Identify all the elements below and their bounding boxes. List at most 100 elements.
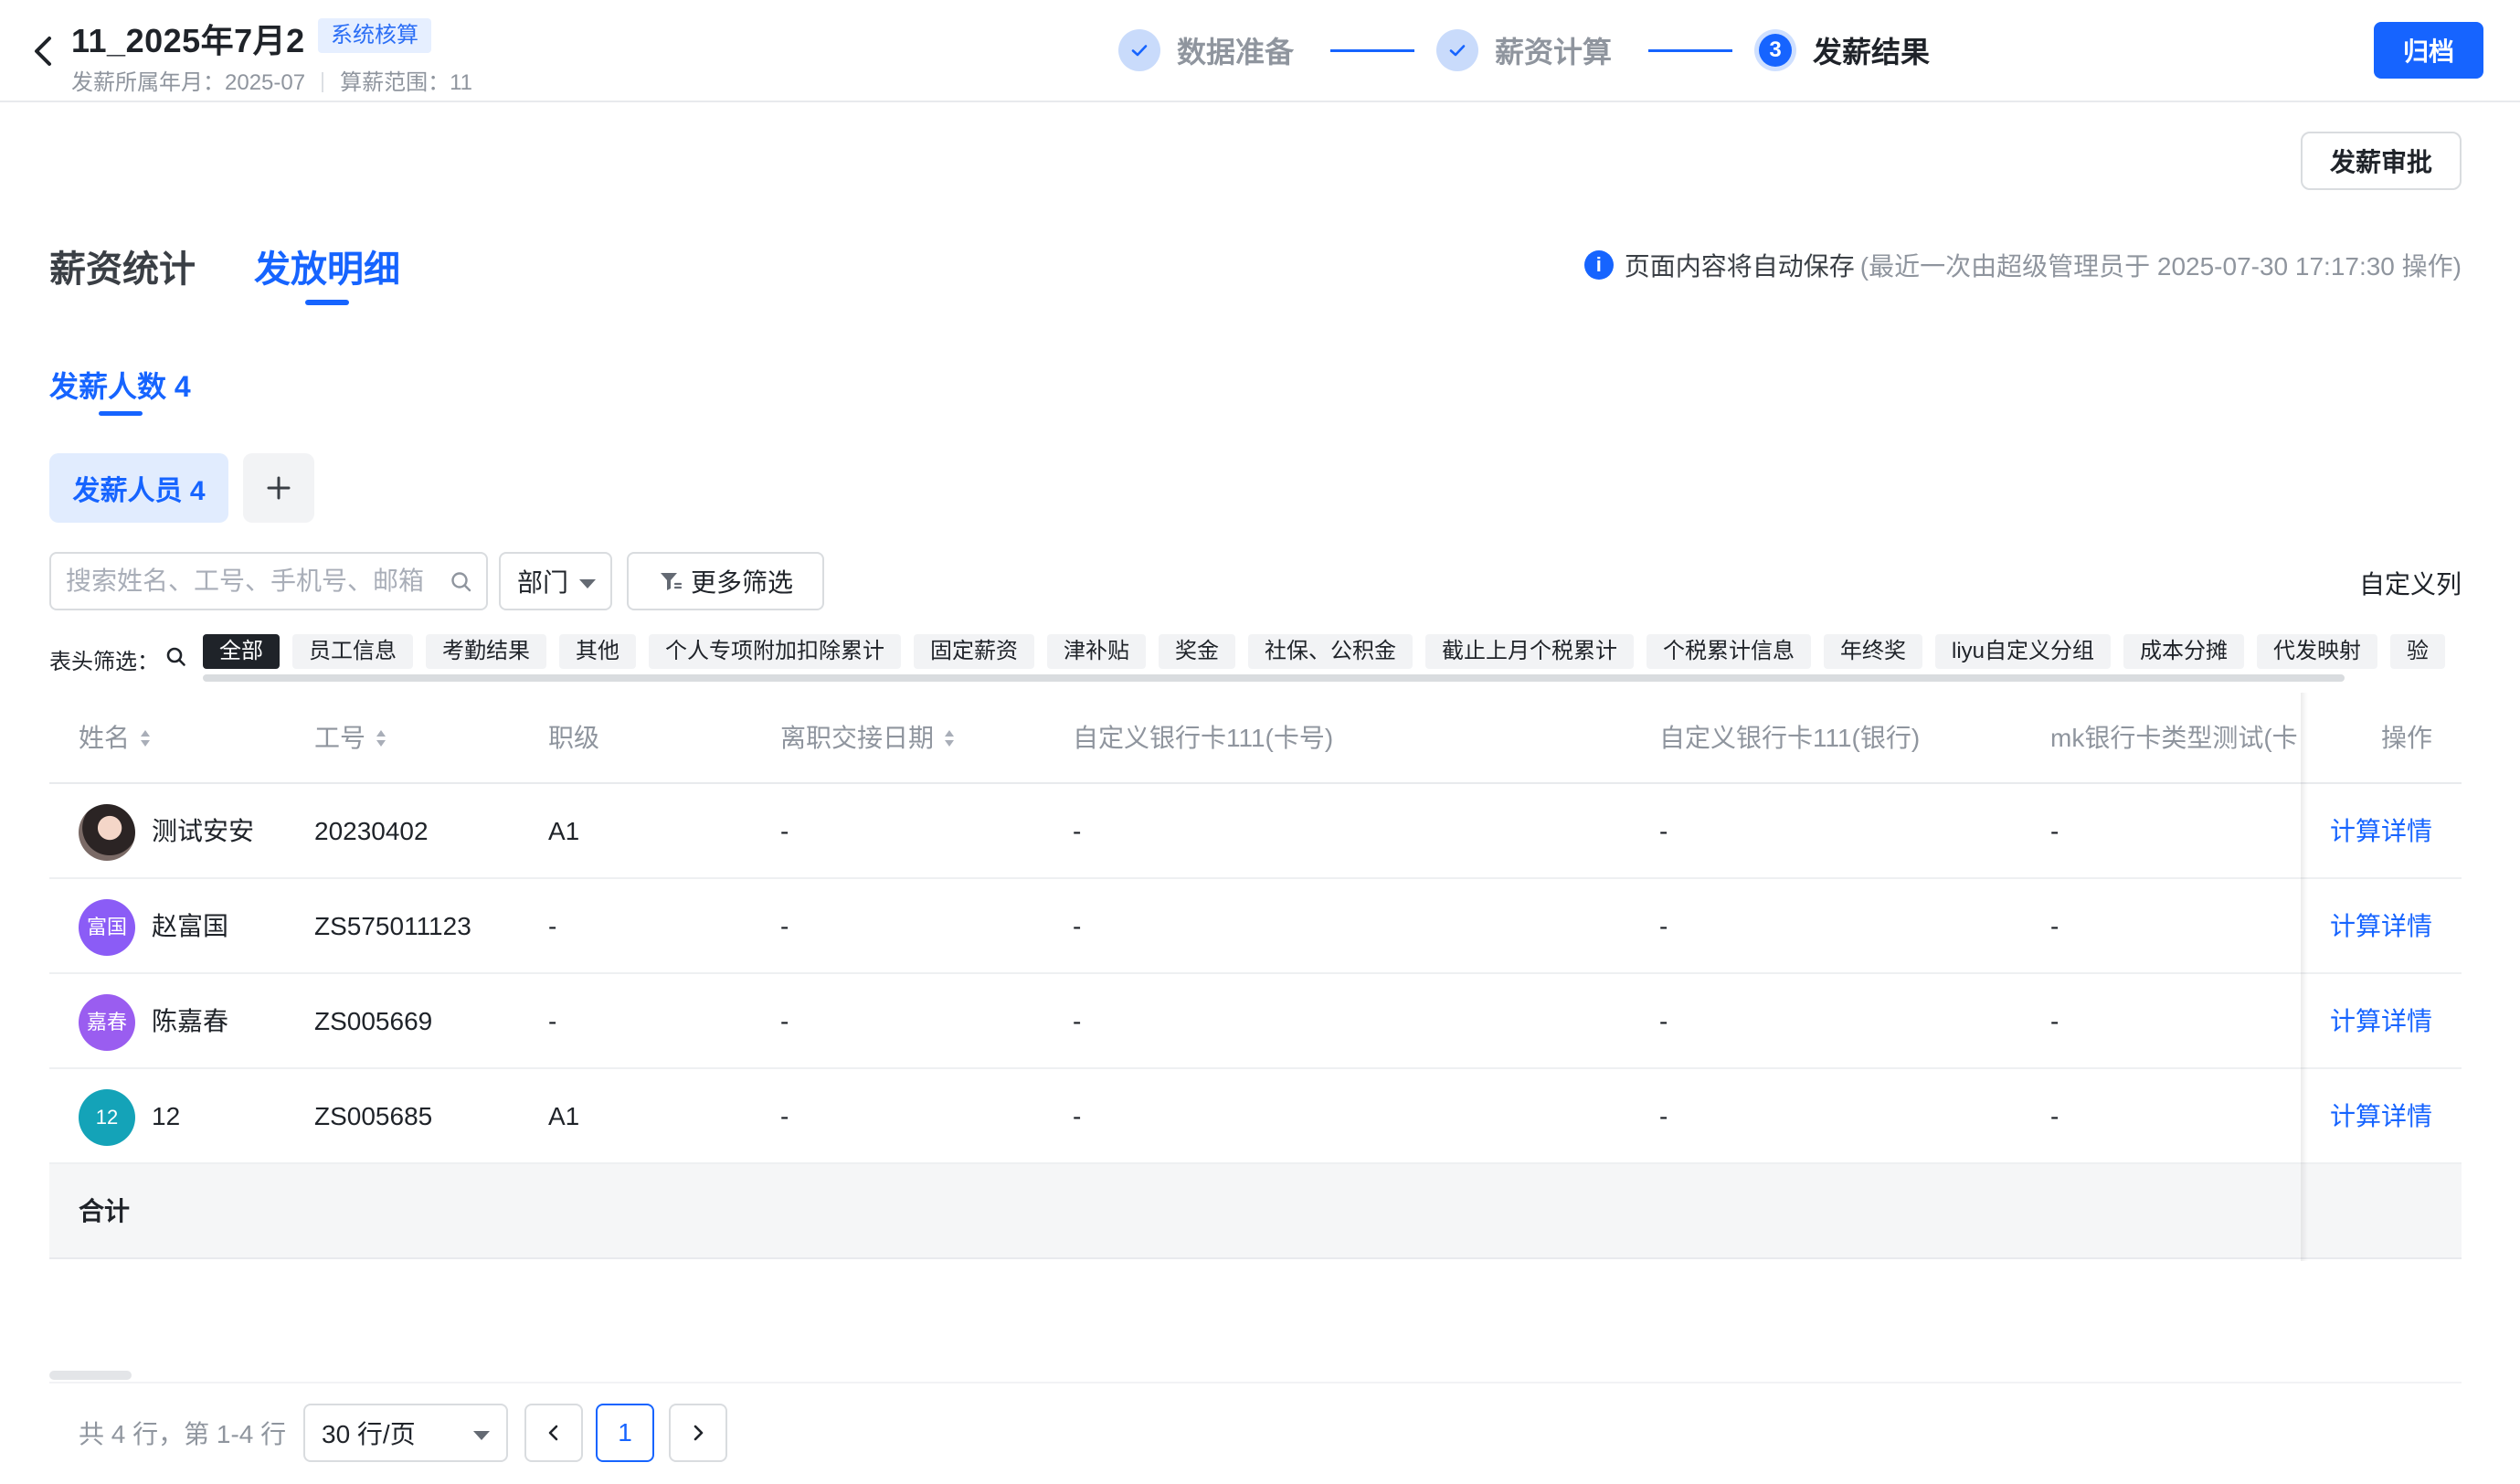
caret-down-icon — [473, 1431, 490, 1440]
chip-allowance[interactable]: 津补贴 — [1047, 634, 1146, 669]
column-header-card-no: 自定义银行卡111(卡号) — [1073, 724, 1334, 752]
cell-name: 赵富国 — [152, 912, 229, 940]
cell-bank: - — [1659, 817, 1668, 845]
summary-row: 合计 — [49, 1164, 2462, 1259]
cell-level: - — [548, 912, 557, 940]
search-icon[interactable] — [164, 645, 188, 669]
chevron-left-icon[interactable] — [27, 33, 60, 69]
chip-attendance[interactable]: 考勤结果 — [426, 634, 546, 669]
chip-employee-info[interactable]: 员工信息 — [292, 634, 413, 669]
subtitle-divider — [322, 72, 324, 92]
sort-icon[interactable] — [375, 728, 387, 748]
column-header-bank: 自定义银行卡111(银行) — [1659, 724, 1921, 752]
step-data-prep[interactable]: 数据准备 — [1118, 29, 1294, 71]
table-scroll-track — [49, 1382, 2462, 1383]
tab-pay-count[interactable]: 发薪人数 4 — [49, 364, 191, 406]
chip-year-end-bonus[interactable]: 年终奖 — [1824, 634, 1922, 669]
pay-approval-button[interactable]: 发薪审批 — [2301, 132, 2462, 190]
column-header-level: 职级 — [548, 724, 600, 752]
cell-name: 测试安安 — [152, 817, 255, 845]
prev-page-button[interactable] — [524, 1404, 583, 1462]
table-row: 富国 赵富国 ZS575011123 - - - - - 计算详情 — [49, 879, 2462, 974]
department-select[interactable]: 部门 — [499, 552, 612, 610]
search-icon[interactable] — [450, 570, 473, 594]
column-header-mk-card-type: mk银行卡类型测试(卡 — [2050, 724, 2298, 752]
chip-cost-allocation[interactable]: 成本分摊 — [2123, 634, 2245, 669]
page-1-button[interactable]: 1 — [596, 1404, 654, 1462]
calc-details-link[interactable]: 计算详情 — [2330, 974, 2432, 1069]
more-filters-label: 更多筛选 — [690, 568, 793, 597]
step-number: 3 — [1754, 29, 1797, 71]
tab-salary-stats[interactable]: 薪资统计 — [49, 239, 196, 292]
chip-bonus[interactable]: 奖金 — [1159, 634, 1235, 669]
calc-details-link[interactable]: 计算详情 — [2330, 1069, 2432, 1164]
pay-month-text: 发薪所属年月：2025-07 — [71, 70, 306, 95]
cell-card-no: - — [1073, 1102, 1082, 1130]
column-header-id[interactable]: 工号 — [314, 693, 387, 784]
chip-all[interactable]: 全部 — [203, 634, 280, 669]
group-chip-pay-staff[interactable]: 发薪人员 4 — [49, 453, 228, 523]
page-size-label: 30 行/页 — [322, 1420, 416, 1448]
calc-details-link[interactable]: 计算详情 — [2330, 879, 2432, 974]
sort-icon[interactable] — [943, 728, 956, 748]
column-header-leave-date[interactable]: 离职交接日期 — [780, 693, 956, 784]
step-pay-result[interactable]: 3 发薪结果 — [1754, 29, 1930, 71]
chips-scrollbar[interactable] — [203, 674, 2345, 682]
info-icon: i — [1583, 250, 1614, 280]
chip-liyu-custom-group[interactable]: liyu自定义分组 — [1935, 634, 2112, 669]
avatar — [79, 804, 135, 861]
chip-tax-to-last-month[interactable]: 截止上月个税累计 — [1425, 634, 1634, 669]
department-select-label: 部门 — [517, 568, 569, 597]
chip-tax-cumulative[interactable]: 个税累计信息 — [1646, 634, 1811, 669]
table-row: 测试安安 20230402 A1 - - - - 计算详情 — [49, 784, 2462, 879]
next-page-button[interactable] — [669, 1404, 727, 1462]
calc-type-badge: 系统核算 — [318, 18, 431, 53]
tab-pay-details[interactable]: 发放明细 — [254, 239, 400, 292]
search-field[interactable] — [49, 552, 488, 610]
more-filters-button[interactable]: 更多筛选 — [627, 552, 824, 610]
step-label: 发薪结果 — [1813, 36, 1931, 69]
column-header-actions: 操作 — [2381, 724, 2433, 752]
chip-other[interactable]: 其他 — [559, 634, 636, 669]
archive-button[interactable]: 归档 — [2374, 22, 2483, 79]
table-horizontal-scrollbar[interactable] — [49, 1371, 132, 1380]
cell-id: 20230402 — [314, 817, 429, 845]
cell-bank: - — [1659, 1102, 1668, 1130]
cell-card-no: - — [1073, 817, 1082, 845]
sort-icon[interactable] — [139, 728, 152, 748]
header-filter-chips: 全部 员工信息 考勤结果 其他 个人专项附加扣除累计 固定薪资 津补贴 奖金 社保、公积金 截止上… — [203, 634, 2462, 671]
table-header: 姓名 工号 职级 离职交接日期 自定义银行卡111(卡号) 自定义银行卡111(… — [49, 693, 2462, 784]
step-salary-calc[interactable]: 薪资计算 — [1436, 29, 1612, 71]
chip-truncated[interactable]: 验 — [2390, 634, 2446, 669]
step-connector — [1648, 48, 1733, 52]
cell-name: 12 — [152, 1102, 181, 1130]
add-group-button[interactable] — [243, 453, 314, 523]
summary-label: 合计 — [79, 1197, 131, 1225]
chevron-left-icon — [548, 1425, 558, 1441]
cell-leave-date: - — [780, 817, 789, 845]
chip-fixed-salary[interactable]: 固定薪资 — [914, 634, 1034, 669]
search-input[interactable] — [66, 561, 440, 601]
tab-active-indicator — [99, 411, 143, 416]
avatar: 12 — [79, 1089, 135, 1146]
chip-payment-mapping[interactable]: 代发映射 — [2257, 634, 2378, 669]
cell-id: ZS005685 — [314, 1102, 433, 1130]
table-row: 嘉春 陈嘉春 ZS005669 - - - - - 计算详情 — [49, 974, 2462, 1069]
cell-leave-date: - — [780, 912, 789, 940]
chip-special-deduction[interactable]: 个人专项附加扣除累计 — [649, 634, 901, 669]
column-header-name[interactable]: 姓名 — [79, 693, 152, 784]
caret-down-icon — [579, 579, 596, 588]
check-icon — [1436, 29, 1479, 71]
page-title: 11_2025年7月2 — [71, 22, 305, 59]
cell-mk-card-type: - — [2050, 1102, 2059, 1130]
cell-bank: - — [1659, 912, 1668, 940]
pagination-total: 共 4 行，第 1-4 行 — [79, 1420, 287, 1448]
header-filter-label: 表头筛选： — [49, 650, 159, 674]
calc-details-link[interactable]: 计算详情 — [2330, 784, 2432, 879]
check-icon — [1118, 29, 1160, 71]
custom-columns-button[interactable]: 自定义列 — [2359, 565, 2462, 601]
cell-card-no: - — [1073, 1007, 1082, 1035]
cell-mk-card-type: - — [2050, 817, 2059, 845]
chip-social-insurance[interactable]: 社保、公积金 — [1248, 634, 1413, 669]
page-size-select[interactable]: 30 行/页 — [303, 1404, 508, 1462]
